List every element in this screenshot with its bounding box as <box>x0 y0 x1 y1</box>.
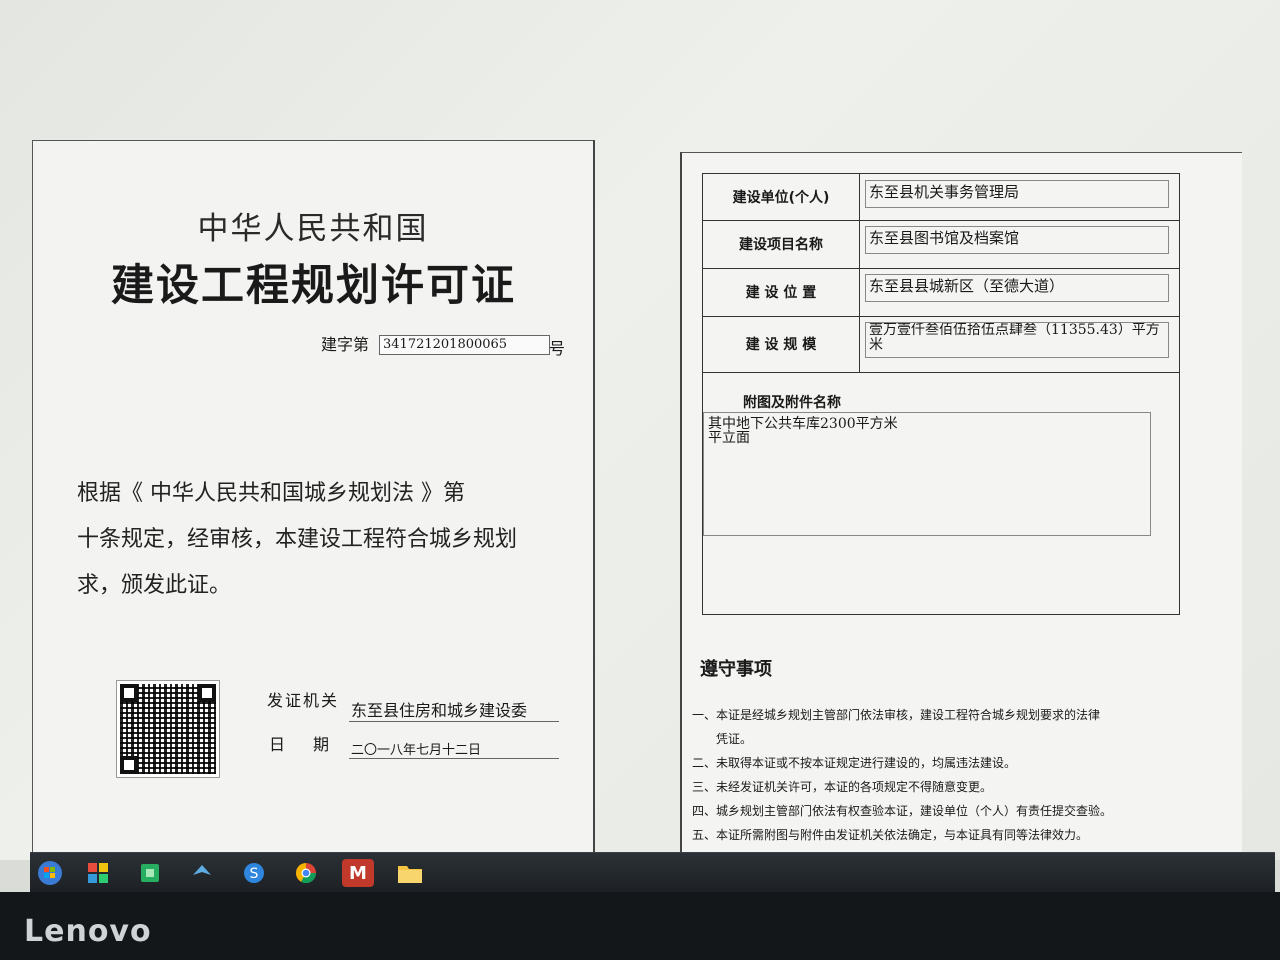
body-line: 十条规定，经审核，本建设工程符合城乡规划 <box>77 527 518 552</box>
date-field[interactable]: 二〇一八年七月十二日 <box>349 739 559 759</box>
cert-number-label: 建字第 <box>321 335 370 354</box>
row-value-field[interactable]: 东至县机关事务管理局 <box>865 180 1169 208</box>
table-row: 建设项目名称 东至县图书馆及档案馆 <box>703 220 1179 269</box>
row-label: 建设项目名称 <box>703 220 860 268</box>
certificate-title: 建设工程规划许可证 <box>111 261 516 311</box>
row-value-field[interactable]: 东至县图书馆及档案馆 <box>865 226 1169 254</box>
table-row: 建设单位(个人) 东至县机关事务管理局 <box>703 174 1179 221</box>
screen: 中华人民共和国 建设工程规划许可证 建字第 341721201800065 号 … <box>0 0 1280 873</box>
project-info-table: 建设单位(个人) 东至县机关事务管理局 建设项目名称 东至县图书馆及档案馆 建 … <box>702 173 1180 615</box>
folder-icon[interactable] <box>394 859 426 887</box>
list-item: 三、未经发证机关许可，本证的各项规定不得随意变更。 <box>692 780 993 794</box>
taskbar: S M <box>30 852 1275 893</box>
certificate-front-page: 中华人民共和国 建设工程规划许可证 建字第 341721201800065 号 … <box>32 140 595 872</box>
row-value-field[interactable]: 东至县县城新区（至德大道） <box>865 274 1169 302</box>
attachment-line: 平立面 <box>708 430 750 446</box>
attachment-label: 附图及附件名称 <box>743 395 841 411</box>
row-label: 建 设 位 置 <box>703 268 860 316</box>
notice-list: 一、本证是经城乡规划主管部门依法审核，建设工程符合城乡规划要求的法律 凭证。 二… <box>692 703 1162 847</box>
country-name: 中华人民共和国 <box>197 211 429 247</box>
color-app-icon[interactable] <box>82 859 114 887</box>
list-item: 四、城乡规划主管部门依法有权查验本证，建设单位（个人）有责任提交查验。 <box>692 804 1113 818</box>
row-label: 建设单位(个人) <box>703 174 860 220</box>
chrome-icon[interactable] <box>290 859 322 887</box>
notice-title: 遵守事项 <box>700 659 772 680</box>
date-label: 日期 <box>269 735 358 754</box>
brand-logo: Lenovo <box>24 914 152 949</box>
issuer-field[interactable]: 东至县住房和城乡建设委 <box>349 697 559 722</box>
certificate-details-page: 建设单位(个人) 东至县机关事务管理局 建设项目名称 东至县图书馆及档案馆 建 … <box>680 152 1242 873</box>
body-line: 求，颁发此证。 <box>77 573 232 598</box>
start-icon[interactable] <box>34 859 66 887</box>
qr-code-icon <box>116 680 220 778</box>
cert-number-suffix: 号 <box>549 339 566 358</box>
mcafee-icon[interactable]: M <box>342 859 374 887</box>
row-label: 建 设 规 模 <box>703 316 860 372</box>
issuer-label: 发证机关 <box>267 691 340 710</box>
svg-text:S: S <box>250 866 259 882</box>
bird-app-icon[interactable] <box>186 859 218 887</box>
table-row: 建 设 位 置 东至县县城新区（至德大道） <box>703 268 1179 317</box>
cert-number-field[interactable]: 341721201800065 <box>379 335 550 355</box>
list-item: 凭证。 <box>692 732 753 746</box>
list-item: 一、本证是经城乡规划主管部门依法审核，建设工程符合城乡规划要求的法律 <box>692 708 1101 722</box>
body-line: 根据《 中华人民共和国城乡规划法 》第 <box>77 481 465 506</box>
table-row: 建 设 规 模 壹万壹仟叁佰伍拾伍点肆叁（11355.43）平方米 <box>703 316 1179 373</box>
certificate-body: 根据《 中华人民共和国城乡规划法 》第 十条规定，经审核，本建设工程符合城乡规划… <box>77 471 577 609</box>
s-browser-icon[interactable]: S <box>238 859 270 887</box>
list-item: 二、未取得本证或不按本证规定进行建设的，均属违法建设。 <box>692 756 1017 770</box>
green-app-icon[interactable] <box>134 859 166 887</box>
attachment-line: 其中地下公共车库2300平方米 <box>708 416 898 432</box>
list-item: 五、本证所需附图与附件由发证机关依法确定，与本证具有同等法律效力。 <box>692 828 1089 842</box>
monitor-bezel <box>0 892 1280 960</box>
row-value-field[interactable]: 壹万壹仟叁佰伍拾伍点肆叁（11355.43）平方米 <box>865 322 1169 358</box>
attachment-field[interactable]: 其中地下公共车库2300平方米 平立面 <box>703 412 1151 536</box>
